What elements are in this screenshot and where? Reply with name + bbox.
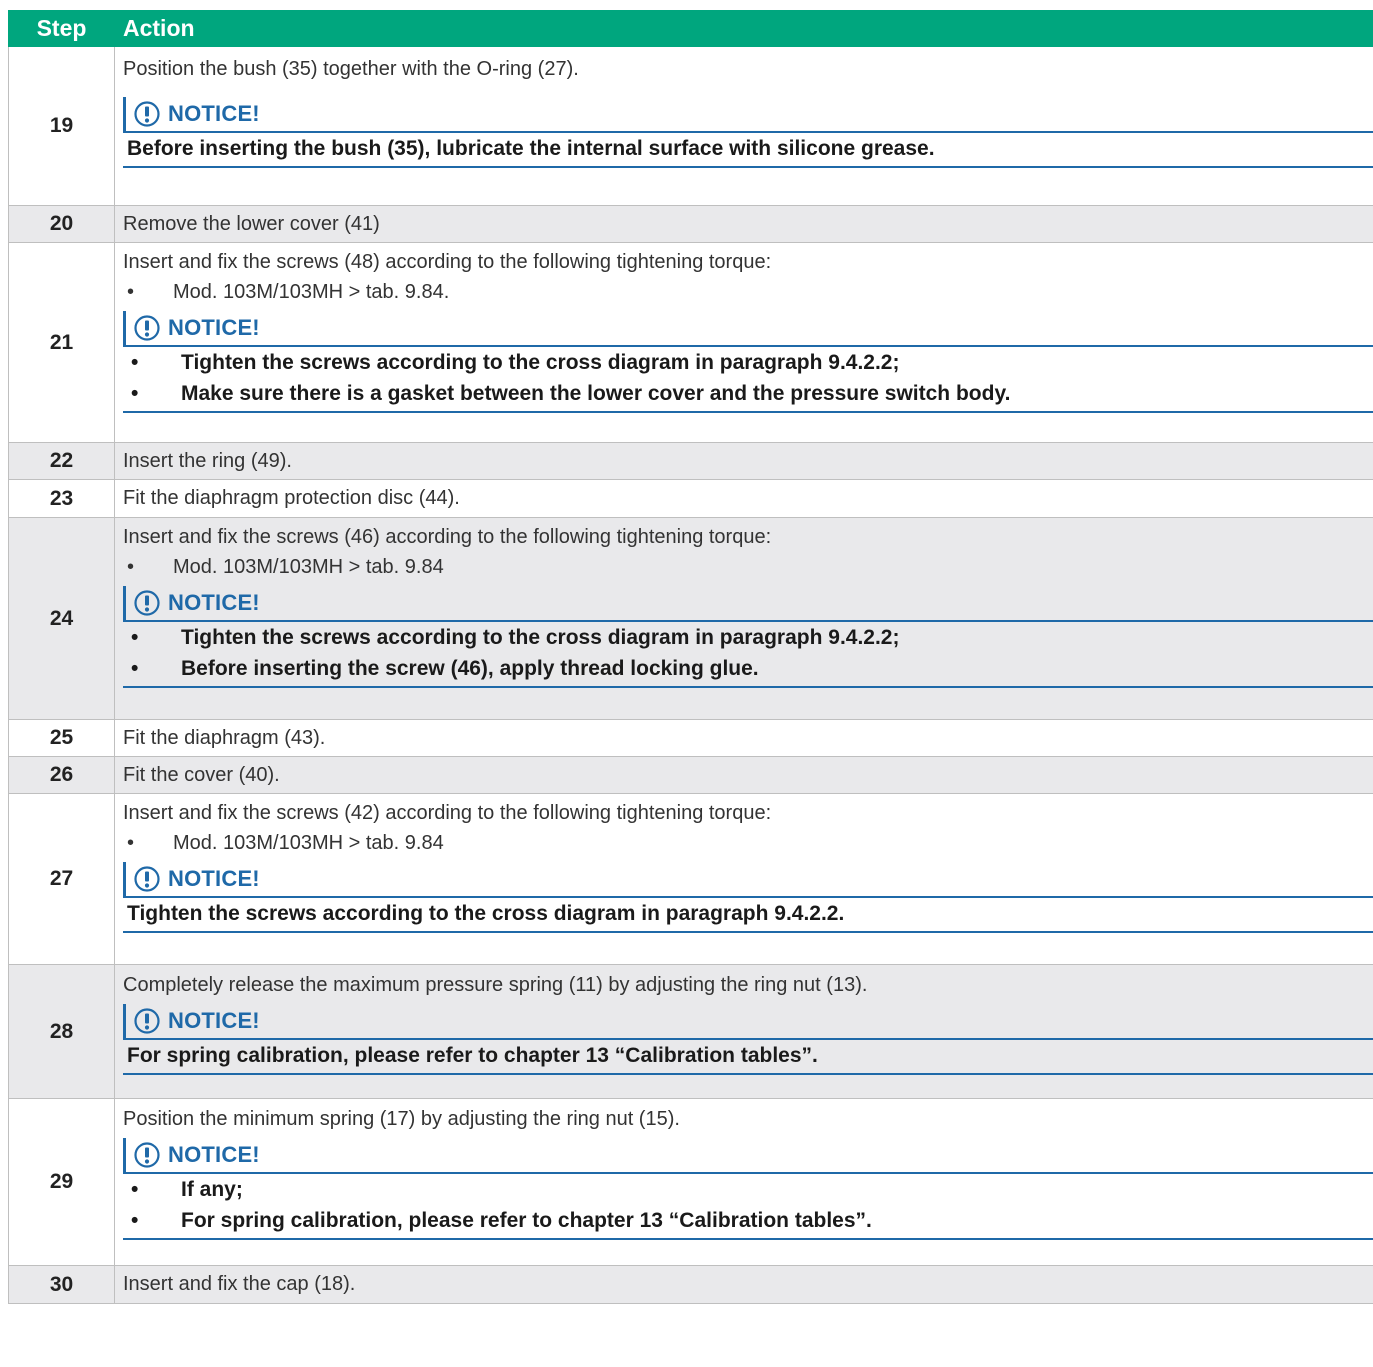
action-text: Position the bush (35) together with the… xyxy=(123,58,579,80)
step-action: Fit the cover (40). xyxy=(123,763,280,786)
notice-bullet: • For spring calibration, please refer to… xyxy=(131,1209,872,1232)
action-text: Position the minimum spring (17) by adju… xyxy=(123,1108,680,1130)
notice-bullet: • Before inserting the screw (46), apply … xyxy=(131,657,759,680)
step-action: Insert and fix the screws (42) according… xyxy=(115,794,1373,964)
table-row: 29 Position the minimum spring (17) by a… xyxy=(8,1099,1373,1266)
step-number: 29 xyxy=(9,1099,115,1265)
notice-header: NOTICE! xyxy=(123,311,1373,347)
notice-header: NOTICE! xyxy=(123,97,1373,133)
notice-title: NOTICE! xyxy=(168,866,260,891)
step-number: 24 xyxy=(9,518,115,719)
notice-icon xyxy=(134,101,160,127)
step-action: Insert and fix the screws (46) according… xyxy=(115,518,1373,719)
table-header: Step Action xyxy=(8,10,1373,47)
notice-header: NOTICE! xyxy=(123,1004,1373,1040)
step-number: 28 xyxy=(9,965,115,1098)
action-bullet: • Mod. 103M/103MH > tab. 9.84 xyxy=(127,832,444,854)
notice-bullet: • Tighten the screws according to the cro… xyxy=(131,351,900,374)
step-number: 27 xyxy=(9,794,115,964)
notice-icon xyxy=(134,866,160,892)
table-row: 19 Position the bush (35) together with … xyxy=(8,47,1373,206)
step-number: 23 xyxy=(9,480,115,517)
action-bullet: • Mod. 103M/103MH > tab. 9.84. xyxy=(127,281,450,303)
table-row: 20 Remove the lower cover (41) xyxy=(8,206,1373,243)
step-action: Fit the diaphragm protection disc (44). xyxy=(123,487,460,509)
table-row: 27 Insert and fix the screws (42) accord… xyxy=(8,794,1373,965)
notice-bullet: • If any; xyxy=(131,1178,243,1201)
notice-icon xyxy=(134,590,160,616)
step-action: Remove the lower cover (41) xyxy=(123,212,380,235)
action-text: Completely release the maximum pressure … xyxy=(123,974,868,996)
notice-icon xyxy=(134,1008,160,1034)
notice-title: NOTICE! xyxy=(168,101,260,126)
step-number: 20 xyxy=(9,206,115,242)
notice-icon xyxy=(134,315,160,341)
step-number: 30 xyxy=(9,1266,115,1303)
notice-bullet: • Tighten the screws according to the cro… xyxy=(131,626,900,649)
notice-body: Tighten the screws according to the cros… xyxy=(123,898,1373,933)
notice-text: For spring calibration, please refer to … xyxy=(127,1044,818,1067)
notice-bullet: • Make sure there is a gasket between the… xyxy=(131,382,1011,405)
notice-header: NOTICE! xyxy=(123,586,1373,622)
action-text: Insert and fix the screws (46) according… xyxy=(123,526,772,548)
step-number: 21 xyxy=(9,243,115,442)
table-row: 25 Fit the diaphragm (43). xyxy=(8,720,1373,757)
step-number: 25 xyxy=(9,720,115,756)
table-row: 30 Insert and fix the cap (18). xyxy=(8,1266,1373,1304)
header-step: Step xyxy=(36,15,87,41)
notice-title: NOTICE! xyxy=(168,590,260,615)
table-row: 24 Insert and fix the screws (46) accord… xyxy=(8,518,1373,720)
table-row: 23 Fit the diaphragm protection disc (44… xyxy=(8,480,1373,518)
table-row: 26 Fit the cover (40). xyxy=(8,757,1373,794)
notice-text: Before inserting the bush (35), lubricat… xyxy=(127,137,935,160)
step-action: Position the bush (35) together with the… xyxy=(115,47,1373,205)
step-action: Insert and fix the screws (48) according… xyxy=(115,243,1373,442)
step-action: Insert and fix the cap (18). xyxy=(123,1273,356,1295)
step-action: Completely release the maximum pressure … xyxy=(115,965,1373,1098)
step-number: 26 xyxy=(9,757,115,793)
step-action: Fit the diaphragm (43). xyxy=(123,726,326,749)
table-row: 21 Insert and fix the screws (48) accord… xyxy=(8,243,1373,443)
action-text: Insert and fix the screws (48) according… xyxy=(123,251,772,273)
notice-title: NOTICE! xyxy=(168,1008,260,1033)
table-row: 28 Completely release the maximum pressu… xyxy=(8,965,1373,1099)
step-action: Insert the ring (49). xyxy=(123,449,292,472)
header-action: Action xyxy=(123,15,195,41)
notice-body: Before inserting the bush (35), lubricat… xyxy=(123,133,1373,168)
notice-header: NOTICE! xyxy=(123,862,1373,898)
notice-body: • Tighten the screws according to the cro… xyxy=(123,347,1373,413)
step-number: 22 xyxy=(9,443,115,479)
action-bullet: • Mod. 103M/103MH > tab. 9.84 xyxy=(127,556,444,578)
notice-body: For spring calibration, please refer to … xyxy=(123,1040,1373,1075)
notice-body: • Tighten the screws according to the cro… xyxy=(123,622,1373,688)
action-text: Insert and fix the screws (42) according… xyxy=(123,802,772,824)
notice-title: NOTICE! xyxy=(168,315,260,340)
notice-icon xyxy=(134,1142,160,1168)
notice-body: • If any; • For spring calibration, please… xyxy=(123,1174,1373,1240)
notice-text: Tighten the screws according to the cros… xyxy=(127,902,845,925)
procedure-table: Step Action 19 Position the bush (35) to… xyxy=(8,10,1373,1304)
step-action: Position the minimum spring (17) by adju… xyxy=(115,1099,1373,1265)
step-number: 19 xyxy=(9,47,115,205)
table-row: 22 Insert the ring (49). xyxy=(8,443,1373,480)
notice-header: NOTICE! xyxy=(123,1138,1373,1174)
notice-title: NOTICE! xyxy=(168,1142,260,1167)
